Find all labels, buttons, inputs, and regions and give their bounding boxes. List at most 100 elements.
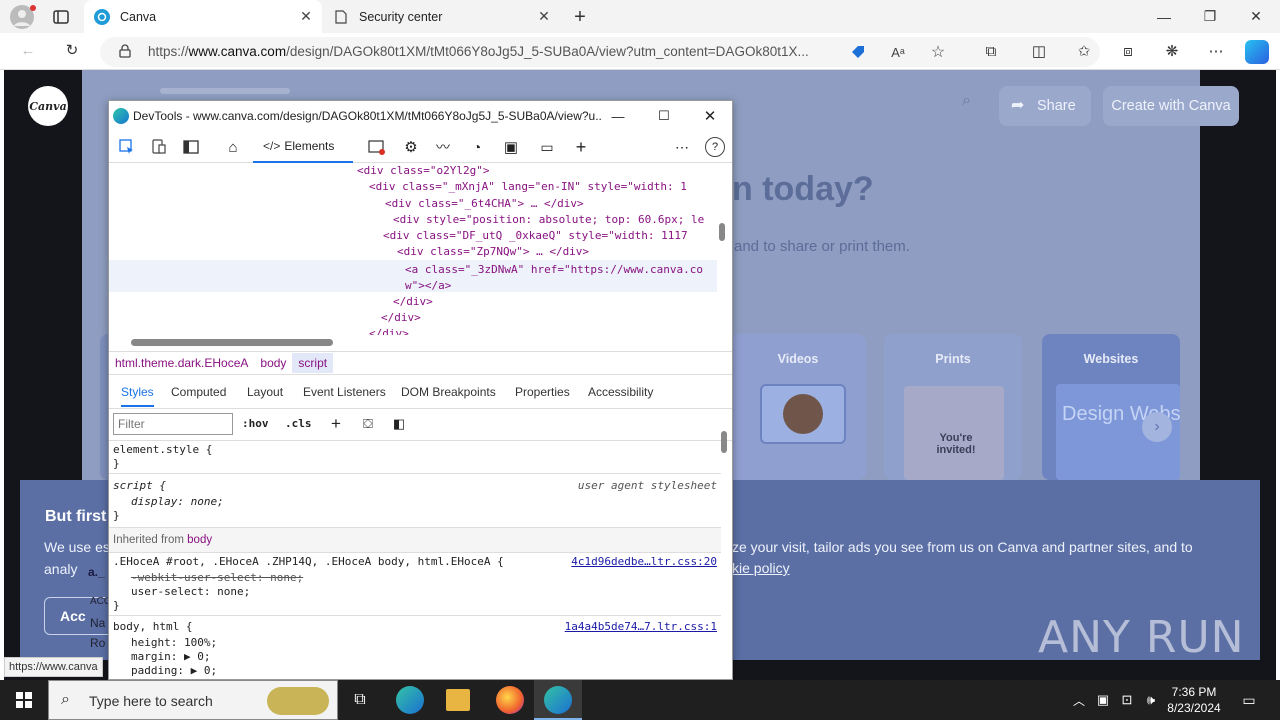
extensions-icon[interactable]: ⧉ bbox=[978, 38, 1004, 64]
canva-logo[interactable]: Canva bbox=[28, 86, 68, 126]
refresh-icon[interactable]: ↻ bbox=[59, 37, 85, 63]
help-icon[interactable]: ? bbox=[705, 137, 725, 157]
device-emulation-icon[interactable] bbox=[149, 137, 169, 157]
tag-icon[interactable] bbox=[848, 42, 868, 62]
tab-actions-icon[interactable] bbox=[52, 8, 70, 26]
split-screen-icon[interactable]: ◫ bbox=[1026, 38, 1052, 64]
network-icon[interactable]: ⊡ bbox=[1116, 680, 1138, 720]
devtools-minimize[interactable]: — bbox=[603, 105, 633, 127]
declaration[interactable]: padding: ▶ 0; bbox=[131, 664, 217, 678]
favorites-icon[interactable]: ✩ bbox=[1071, 38, 1097, 64]
computed-sidebar-icon[interactable]: ◧ bbox=[390, 415, 408, 433]
minimize-button[interactable]: — bbox=[1141, 0, 1187, 33]
performance-gauge-icon[interactable]: ◔ bbox=[467, 137, 487, 157]
subtab-styles[interactable]: Styles bbox=[121, 385, 154, 407]
lock-icon[interactable] bbox=[116, 42, 134, 60]
breadcrumb-item[interactable]: body bbox=[254, 356, 292, 370]
dom-vertical-scrollbar[interactable] bbox=[719, 171, 729, 331]
devtools-close[interactable]: ✕ bbox=[695, 105, 725, 127]
paint-bucket-icon[interactable]: ⛋ bbox=[359, 415, 377, 433]
new-style-rule-icon[interactable]: + bbox=[327, 414, 345, 433]
declaration[interactable]: user-select: none; bbox=[131, 585, 250, 599]
dom-line[interactable]: <div style="position: absolute; top: 60.… bbox=[393, 212, 704, 228]
styles-filter-input[interactable] bbox=[113, 413, 233, 435]
create-with-canva-button[interactable]: Create with Canva bbox=[1103, 86, 1239, 126]
notification-center-icon[interactable]: ▭ bbox=[1234, 680, 1264, 720]
search-icon[interactable]: ⌕ bbox=[962, 92, 971, 110]
carousel-next-icon[interactable]: › bbox=[1142, 412, 1172, 442]
cookie-policy-link[interactable]: kie policy bbox=[732, 560, 790, 576]
collections-icon[interactable]: ⧈ bbox=[1115, 38, 1141, 64]
customize-menu-icon[interactable]: ⋯ bbox=[672, 137, 692, 157]
application-icon[interactable]: ▭ bbox=[537, 137, 557, 157]
subtab-dom-breakpoints[interactable]: DOM Breakpoints bbox=[401, 385, 496, 399]
welcome-home-icon[interactable]: ⌂ bbox=[223, 137, 243, 157]
back-icon[interactable]: ← bbox=[15, 37, 41, 63]
dom-line[interactable]: <div class="o2Yl2g"> bbox=[357, 163, 489, 179]
declaration[interactable]: margin: ▶ 0; bbox=[131, 650, 210, 664]
performance-icon[interactable]: ❋ bbox=[1159, 38, 1185, 64]
sources-bug-icon[interactable]: ⚙ bbox=[401, 137, 421, 157]
dom-line[interactable]: <div class="_6t4CHA"> … </div> bbox=[385, 196, 584, 212]
dom-horizontal-scrollbar[interactable] bbox=[119, 339, 719, 347]
dom-line[interactable]: <div class="Zp7NQw"> … </div> bbox=[397, 244, 589, 260]
card-videos[interactable]: Videos bbox=[730, 334, 866, 480]
new-tab-button[interactable]: + bbox=[568, 5, 592, 29]
close-tab-icon[interactable]: ✕ bbox=[536, 8, 552, 24]
dock-panel-icon[interactable] bbox=[181, 137, 201, 157]
cls-toggle[interactable]: .cls bbox=[285, 417, 312, 430]
styles-scrollbar[interactable] bbox=[721, 419, 731, 459]
task-view-icon[interactable]: ⧉ bbox=[344, 680, 376, 720]
network-wifi-icon[interactable]: 〰 bbox=[433, 137, 453, 157]
dom-line[interactable]: </div> bbox=[381, 310, 421, 326]
memory-chip-icon[interactable]: ▣ bbox=[501, 137, 521, 157]
inherited-from-link[interactable]: body bbox=[187, 534, 212, 546]
declaration[interactable]: display: none; bbox=[131, 495, 224, 509]
rule-source-link[interactable]: 1a4a4b5de74…7.ltr.css:1 bbox=[565, 620, 717, 634]
read-aloud-icon[interactable]: Aᵃ bbox=[888, 42, 908, 62]
taskbar-edge-active[interactable] bbox=[534, 680, 582, 720]
dom-line[interactable]: <div class="_mXnjA" lang="en-IN" style="… bbox=[369, 179, 687, 195]
more-tools-plus-icon[interactable]: + bbox=[571, 137, 591, 157]
inspect-icon[interactable] bbox=[117, 137, 137, 157]
subtab-properties[interactable]: Properties bbox=[515, 385, 570, 399]
url-field[interactable]: https://www.canva.com/design/DAGOk80t1XM… bbox=[100, 37, 1100, 67]
favorite-star-icon[interactable]: ☆ bbox=[928, 42, 948, 62]
dom-line[interactable]: <a class="_3zDNwA" href="https://www.can… bbox=[405, 262, 703, 278]
restore-button[interactable]: ❐ bbox=[1187, 0, 1233, 33]
subtab-event-listeners[interactable]: Event Listeners bbox=[303, 385, 386, 399]
share-button[interactable]: ➦ Share bbox=[999, 86, 1091, 126]
close-tab-icon[interactable]: ✕ bbox=[298, 8, 314, 24]
tray-chevron-up-icon[interactable]: ︿ bbox=[1068, 680, 1090, 720]
declaration[interactable]: height: 100%; bbox=[131, 636, 217, 650]
dom-line[interactable]: <div class="DF_utQ _0xkaeQ" style="width… bbox=[383, 228, 688, 244]
close-window-button[interactable]: ✕ bbox=[1233, 0, 1279, 33]
firefox-icon[interactable] bbox=[496, 686, 524, 714]
element-style-rule[interactable]: element.style { bbox=[113, 443, 212, 457]
breadcrumb-item[interactable]: html.theme.dark.EHoceA bbox=[109, 356, 254, 370]
copilot-icon[interactable] bbox=[1245, 40, 1269, 64]
tab-security-center[interactable]: Security center ✕ bbox=[325, 0, 560, 33]
rule-selector[interactable]: body, html { bbox=[113, 620, 192, 634]
clock[interactable]: 7:36 PM 8/23/2024 bbox=[1164, 684, 1224, 716]
dom-line[interactable]: </div> bbox=[393, 294, 433, 310]
hov-toggle[interactable]: :hov bbox=[242, 417, 269, 430]
script-rule-selector[interactable]: script { bbox=[113, 479, 166, 493]
card-prints[interactable]: Prints You're invited! bbox=[884, 334, 1022, 480]
tab-elements[interactable]: </> Elements bbox=[253, 131, 353, 163]
more-menu-icon[interactable]: ⋯ bbox=[1203, 38, 1229, 64]
console-icon[interactable] bbox=[367, 137, 387, 157]
dom-line[interactable]: </div> bbox=[369, 326, 409, 335]
tray-device-icon[interactable]: ▣ bbox=[1092, 680, 1114, 720]
devtools-maximize[interactable]: ☐ bbox=[649, 105, 679, 127]
rule-selector[interactable]: .EHoceA #root, .EHoceA .ZHP14Q, .EHoceA … bbox=[113, 555, 504, 569]
rule-source-link[interactable]: 4c1d96dedbe…ltr.css:20 bbox=[571, 555, 717, 569]
tab-canva[interactable]: Canva ✕ bbox=[84, 0, 322, 33]
taskbar-edge-icon[interactable] bbox=[396, 686, 424, 714]
taskbar-search-box[interactable]: ⌕ Type here to search bbox=[48, 680, 338, 720]
card-websites[interactable]: Websites Design Websit › bbox=[1042, 334, 1180, 480]
file-explorer-icon[interactable] bbox=[446, 689, 470, 711]
subtab-layout[interactable]: Layout bbox=[247, 385, 283, 399]
subtab-accessibility[interactable]: Accessibility bbox=[588, 385, 653, 399]
declaration-overridden[interactable]: -webkit-user-select: none; bbox=[131, 571, 303, 585]
